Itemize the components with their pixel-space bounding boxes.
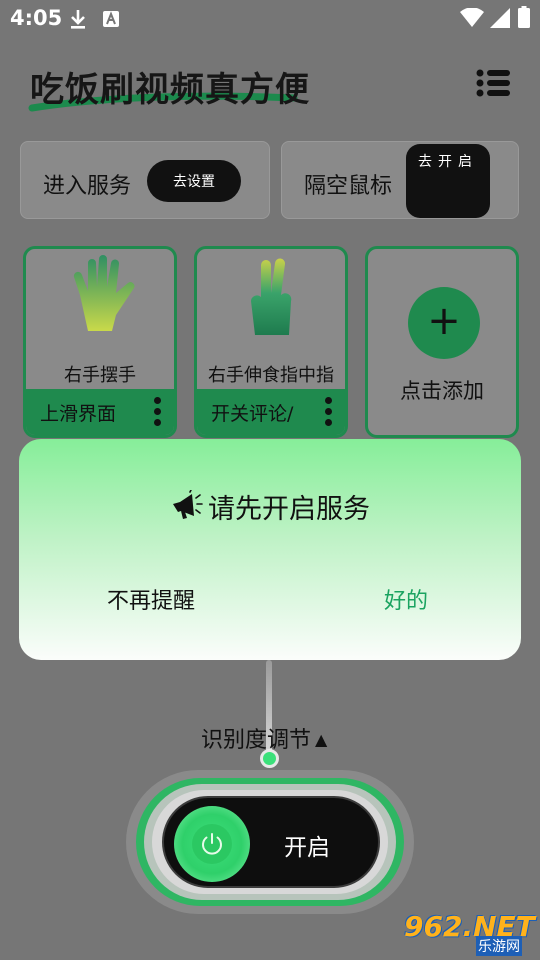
gesture-name: 右手摆手 — [64, 365, 136, 386]
ok-button[interactable]: 好的 — [384, 583, 428, 615]
watermark-logo: 962.NET 乐游网 — [404, 910, 535, 956]
hand-two-fingers-icon — [251, 258, 292, 335]
gesture-name: 右手伸食指中指 — [208, 365, 334, 386]
go-settings-button[interactable]: 去设置 — [147, 160, 241, 202]
power-icon — [202, 833, 222, 855]
enable-air-mouse-button[interactable]: 去开启 — [406, 144, 490, 218]
toggle-label: 开启 — [284, 835, 330, 861]
app-title: 吃饭刷视频真方便 — [30, 70, 310, 110]
gesture-action: 开关评论/ — [211, 403, 294, 425]
service-card-air-mouse: 隔空鼠标 去开启 — [281, 141, 519, 219]
enable-service-dialog: 请先开启服务 不再提醒 好的 — [19, 439, 521, 660]
gesture-footer: 开关评论/ — [197, 389, 345, 435]
service-label: 进入服务 — [43, 174, 132, 199]
plus-icon: + — [408, 287, 480, 359]
more-options-icon[interactable] — [154, 397, 162, 427]
megaphone-icon — [173, 490, 203, 519]
menu-list-icon[interactable] — [476, 68, 510, 98]
gesture-card-wave[interactable]: 右手摆手 上滑界面 — [23, 246, 177, 438]
add-gesture-label: 点击添加 — [400, 379, 484, 403]
battery-icon — [518, 6, 530, 28]
dont-remind-button[interactable]: 不再提醒 — [107, 583, 195, 615]
hand-wave-icon — [73, 255, 135, 331]
service-toggle[interactable]: 开启 — [162, 796, 380, 888]
more-options-icon[interactable] — [325, 397, 333, 427]
sensitivity-handle[interactable] — [260, 749, 279, 768]
wifi-icon — [460, 8, 484, 27]
signal-icon — [490, 8, 510, 28]
gesture-action: 上滑界面 — [40, 403, 117, 425]
service-card-enter: 进入服务 去设置 — [20, 141, 270, 219]
download-icon — [71, 10, 85, 29]
status-time: 4:05 — [10, 6, 63, 30]
status-bar: 4:05 — [0, 0, 540, 38]
triangle-up-icon: ▲ — [315, 730, 328, 749]
gesture-card-two-fingers[interactable]: 右手伸食指中指 开关评论/ — [194, 246, 348, 438]
gesture-footer: 上滑界面 — [26, 389, 174, 435]
app-notification-icon — [103, 11, 119, 27]
add-gesture-card[interactable]: + 点击添加 — [365, 246, 519, 438]
toggle-knob[interactable] — [174, 806, 250, 882]
dialog-title: 请先开启服务 — [19, 487, 521, 526]
service-label: 隔空鼠标 — [304, 174, 393, 199]
